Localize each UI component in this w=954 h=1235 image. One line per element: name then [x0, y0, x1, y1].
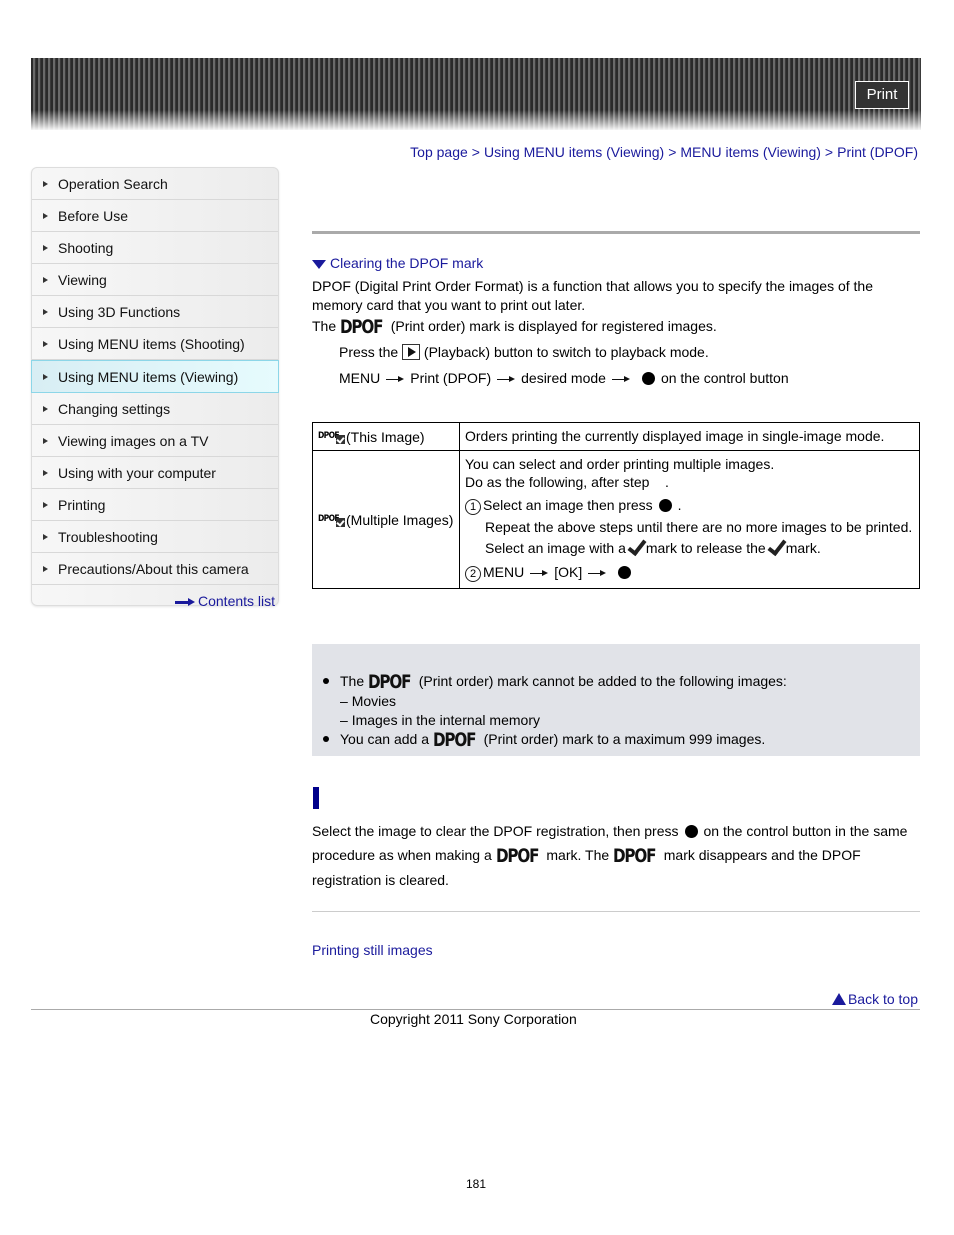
notes-box: The DPOF (Print order) mark cannot be ad… — [312, 644, 920, 756]
sidebar-item-label: Operation Search — [58, 175, 168, 192]
breadcrumb-print-dpof[interactable]: Print (DPOF) — [837, 144, 918, 160]
checkmark-icon — [626, 539, 646, 555]
triangle-right-icon — [43, 374, 48, 380]
sidebar-item-label: Viewing — [58, 271, 107, 288]
sidebar-item-troubleshooting[interactable]: Troubleshooting — [32, 521, 278, 553]
back-to-top-link[interactable]: Back to top — [831, 991, 918, 1007]
dpof-mark-icon: DPOF — [368, 671, 411, 693]
sidebar-item-label: Using MENU items (Shooting) — [58, 335, 245, 352]
sidebar-item-using-menu-items-shooting[interactable]: Using MENU items (Shooting) — [32, 328, 278, 360]
breadcrumb-menu-items-viewing[interactable]: MENU items (Viewing) — [680, 144, 821, 160]
note-subitem: – Images in the internal memory — [340, 712, 540, 728]
sidebar-item-before-use[interactable]: Before Use — [32, 200, 278, 232]
bullet-icon — [323, 736, 329, 742]
triangle-right-icon — [43, 502, 48, 508]
triangle-right-icon — [43, 406, 48, 412]
printing-still-images-link[interactable]: Printing still images — [312, 942, 433, 958]
sidebar-item-operation-search[interactable]: Operation Search — [32, 168, 278, 200]
triangle-right-icon — [43, 438, 48, 444]
sidebar-item-viewing-images-on-a-tv[interactable]: Viewing images on a TV — [32, 425, 278, 457]
mode-cell: DPOF (Multiple Images) — [312, 450, 460, 589]
arrow-right-icon — [611, 376, 630, 383]
triangle-right-icon — [43, 277, 48, 283]
note-item: The DPOF (Print order) mark cannot be ad… — [322, 672, 787, 692]
sidebar-item-label: Using 3D Functions — [58, 303, 181, 320]
table-row: DPOF (Multiple Images) You can select and… — [312, 450, 920, 589]
sidebar-item-label: Shooting — [58, 239, 114, 256]
note-subitem: – Movies — [340, 693, 397, 709]
arrow-right-icon — [175, 598, 195, 607]
copyright: Copyright 2011 Sony Corporation — [370, 1011, 577, 1027]
sidebar-item-using-3d-functions[interactable]: Using 3D Functions — [32, 296, 278, 328]
clear-paragraph: Select the image to clear the DPOF regis… — [312, 823, 908, 888]
sidebar-item-label: Printing — [58, 496, 106, 513]
control-button-center-icon — [641, 372, 655, 385]
dpof-multiple-images-icon: DPOF — [318, 510, 346, 528]
triangle-right-icon — [43, 213, 48, 219]
clearing-dpof-anchor-link[interactable]: Clearing the DPOF mark — [312, 255, 483, 271]
sidebar-item-using-menu-items-viewing[interactable]: Using MENU items (Viewing) — [31, 360, 279, 393]
playback-icon — [402, 344, 421, 360]
note-item: You can add a DPOF (Print order) mark to… — [322, 730, 787, 750]
breadcrumb-using-menu-viewing[interactable]: Using MENU items (Viewing) — [484, 144, 664, 160]
control-button-center-icon — [684, 825, 698, 838]
dpof-this-image-icon: DPOF — [318, 427, 346, 445]
divider — [312, 911, 920, 912]
sidebar-item-using-with-your-computer[interactable]: Using with your computer — [32, 457, 278, 489]
control-button-center-icon — [658, 499, 672, 512]
mode-cell: DPOF (This Image) — [312, 422, 460, 451]
circled-number-1-icon: 1 — [465, 499, 481, 515]
arrow-right-icon — [530, 570, 549, 577]
arrow-right-icon — [588, 570, 607, 577]
page-number: 181 — [466, 1177, 487, 1191]
sidebar-item-label: Troubleshooting — [58, 528, 158, 545]
step-1: Press the (Playback) button to switch to… — [339, 344, 709, 360]
modes-table: DPOF (This Image) Orders printing the cur… — [312, 422, 920, 589]
checkmark-icon — [766, 539, 786, 555]
divider — [31, 1009, 920, 1010]
sidebar-item-viewing[interactable]: Viewing — [32, 264, 278, 296]
intro-paragraph: DPOF (Digital Print Order Format) is a f… — [312, 278, 873, 338]
arrow-right-icon — [497, 376, 516, 383]
sidebar-item-shooting[interactable]: Shooting — [32, 232, 278, 264]
triangle-up-icon — [831, 993, 846, 1005]
print-button[interactable]: Print — [855, 81, 909, 109]
contents-list-link[interactable]: Contents list — [175, 593, 275, 609]
control-button-center-icon — [618, 566, 632, 579]
triangle-right-icon — [43, 245, 48, 251]
sidebar-item-label: Using with your computer — [58, 464, 216, 481]
sidebar-nav: Operation Search Before Use Shooting Viewin… — [31, 167, 279, 606]
sidebar-item-precautions-about-this-camera[interactable]: Precautions/About this camera — [32, 553, 278, 585]
step-2: MENU Print (DPOF) desired mode on the contr… — [339, 370, 789, 386]
sidebar-item-label: Using MENU items (Viewing) — [58, 368, 239, 385]
triangle-right-icon — [43, 534, 48, 540]
arrow-right-icon — [386, 376, 405, 383]
triangle-right-icon — [43, 309, 48, 315]
triangle-right-icon — [43, 341, 48, 347]
breadcrumb-top-page[interactable]: Top page — [410, 144, 468, 160]
dpof-mark-icon: DPOF — [432, 729, 476, 751]
dpof-mark-icon: DPOF — [495, 845, 539, 867]
section-heading-marker — [313, 787, 319, 809]
dpof-mark-icon: DPOF — [340, 316, 383, 338]
sidebar-item-label: Before Use — [58, 207, 129, 224]
sidebar-item-label: Changing settings — [58, 400, 171, 417]
sidebar-item-printing[interactable]: Printing — [32, 489, 278, 521]
header-banner: Print — [31, 58, 921, 130]
dpof-mark-icon: DPOF — [613, 845, 656, 867]
sidebar-item-label: Viewing images on a TV — [58, 432, 209, 449]
breadcrumb: Top page > Using MENU items (Viewing) > MENU… — [410, 144, 918, 160]
sidebar-item-changing-settings[interactable]: Changing settings — [32, 393, 278, 425]
sidebar-item-label: Precautions/About this camera — [58, 560, 249, 577]
bullet-icon — [323, 678, 329, 684]
table-row: DPOF (This Image) Orders printing the cur… — [312, 422, 920, 451]
desc-cell: Orders printing the currently displayed … — [459, 422, 920, 451]
circled-number-2-icon: 2 — [465, 566, 481, 582]
triangle-right-icon — [43, 181, 48, 187]
desc-cell: You can select and order printing multip… — [459, 450, 920, 589]
triangle-right-icon — [43, 566, 48, 572]
divider — [312, 231, 920, 234]
triangle-down-icon — [312, 259, 326, 269]
triangle-right-icon — [43, 470, 48, 476]
